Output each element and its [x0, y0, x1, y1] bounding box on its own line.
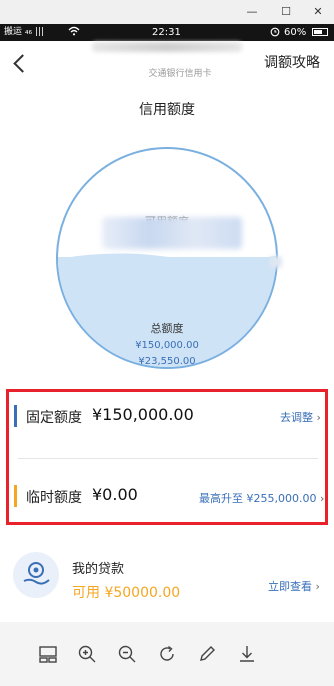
- viewer-titlebar: — ☐ ✕: [0, 0, 334, 24]
- close-button[interactable]: ✕: [308, 3, 328, 21]
- status-time: 22:31: [152, 27, 181, 38]
- minimize-button[interactable]: —: [242, 3, 262, 21]
- back-chevron-icon[interactable]: [13, 54, 32, 73]
- view-loan-link[interactable]: 立即查看 ›: [268, 578, 320, 594]
- coin-hand-icon: [13, 552, 59, 598]
- credit-limit-title: 信用额度: [139, 102, 195, 118]
- zoom-out-icon[interactable]: [117, 644, 137, 664]
- limit-tips-link[interactable]: 调额攻略: [264, 52, 320, 72]
- chevron-right-icon: ›: [315, 580, 320, 593]
- nav-subtitle: 交通银行信用卡: [148, 69, 212, 79]
- gauge-marker-redacted: [270, 256, 282, 268]
- viewer-toolbar: [0, 622, 334, 686]
- nav-title-redacted: [92, 42, 242, 52]
- wifi-icon: [68, 26, 80, 40]
- battery-icon: [312, 28, 328, 36]
- zoom-in-icon[interactable]: [77, 644, 97, 664]
- download-icon[interactable]: [237, 644, 257, 664]
- status-bar: 搬运 ₄₆ ||| 22:31 60%: [0, 24, 334, 41]
- alarm-icon: [270, 26, 280, 41]
- gauge-fill: [58, 257, 276, 367]
- rotate-icon[interactable]: [157, 644, 177, 664]
- credit-gauge: 可用额度 总额度 ¥150,000.00 ¥23,550.00: [56, 147, 278, 369]
- view-loan-label: 立即查看: [268, 580, 312, 593]
- highlight-box: [6, 389, 328, 525]
- second-value: ¥23,550.00: [138, 356, 196, 367]
- loan-card[interactable]: 我的贷款 可用 ¥50000.00 立即查看 ›: [0, 536, 334, 622]
- signal-text: 搬运 ₄₆ |||: [4, 27, 45, 37]
- phone-screen: 搬运 ₄₆ ||| 22:31 60% 交通银行信用卡 调额攻略 信用额度 可用…: [0, 24, 334, 622]
- layout-icon[interactable]: [38, 644, 58, 664]
- loan-title: 我的贷款: [72, 562, 125, 577]
- total-label: 总额度: [150, 322, 184, 335]
- edit-icon[interactable]: [197, 644, 217, 664]
- total-value: ¥150,000.00: [135, 340, 199, 351]
- maximize-button[interactable]: ☐: [276, 3, 296, 21]
- loan-amount: 可用 ¥50000.00: [72, 585, 181, 601]
- battery-percent: 60%: [284, 27, 307, 38]
- available-amount-redacted: [102, 217, 242, 249]
